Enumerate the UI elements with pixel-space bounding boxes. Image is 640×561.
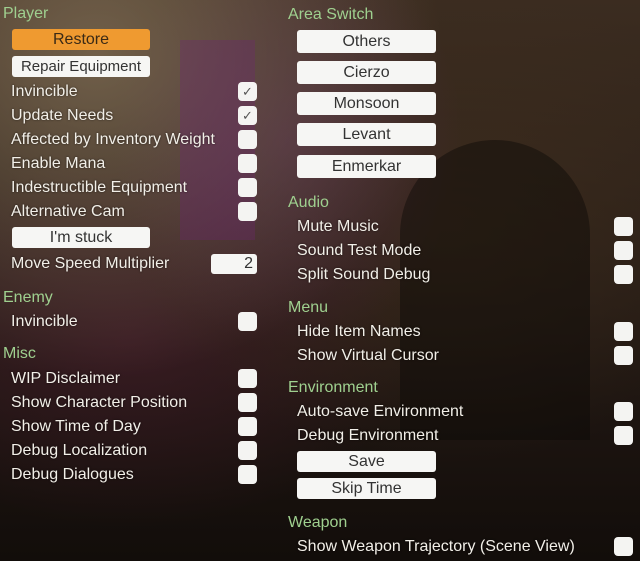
show-weapon-trajectory-checkbox[interactable] [614,537,633,556]
toggle-label: Show Time of Day [11,418,141,435]
debug-environment-checkbox[interactable] [614,426,633,445]
restore-button[interactable]: Restore [12,29,150,50]
toggle-label: Invincible [11,83,78,100]
split-sound-debug-checkbox[interactable] [614,265,633,284]
toggle-label: Split Sound Debug [297,266,431,283]
toggle-label: Invincible [11,313,78,330]
check-icon: ✓ [242,84,253,99]
show-virtual-cursor-checkbox[interactable] [614,346,633,365]
area-button-cierzo[interactable]: Cierzo [297,61,436,84]
toggle-label: Show Virtual Cursor [297,347,439,364]
toggle-label: Hide Item Names [297,323,421,340]
toggle-label: Mute Music [297,218,379,235]
toggle-label: Sound Test Mode [297,242,422,259]
sound-test-mode-checkbox[interactable] [614,241,633,260]
area-button-levant[interactable]: Levant [297,123,436,146]
toggle-label: Debug Localization [11,442,148,459]
section-header-weapon: Weapon [288,514,348,531]
section-header-misc: Misc [3,345,36,362]
toggle-label: WIP Disclaimer [11,370,121,387]
section-header-audio: Audio [288,194,329,211]
wip-disclaimer-checkbox[interactable] [238,369,257,388]
enemy-invincible-checkbox[interactable] [238,312,257,331]
toggle-label: Enable Mana [11,155,106,172]
check-icon: ✓ [242,108,253,123]
area-button-others[interactable]: Others [297,30,436,53]
toggle-label: Indestructible Equipment [11,179,188,196]
enable-mana-checkbox[interactable] [238,154,257,173]
skip-time-button[interactable]: Skip Time [297,478,436,499]
inventory-weight-checkbox[interactable] [238,130,257,149]
save-button[interactable]: Save [297,451,436,472]
update-needs-checkbox[interactable]: ✓ [238,106,257,125]
repair-equipment-button[interactable]: Repair Equipment [12,56,150,77]
show-time-of-day-checkbox[interactable] [238,417,257,436]
toggle-label: Show Weapon Trajectory (Scene View) [297,538,575,555]
debug-localization-checkbox[interactable] [238,441,257,460]
background-arch [400,140,590,440]
area-button-enmerkar[interactable]: Enmerkar [297,155,436,178]
area-button-monsoon[interactable]: Monsoon [297,92,436,115]
toggle-label: Update Needs [11,107,114,124]
toggle-label: Show Character Position [11,394,188,411]
toggle-label: Debug Dialogues [11,466,134,483]
im-stuck-button[interactable]: I'm stuck [12,227,150,248]
invincible-checkbox[interactable]: ✓ [238,82,257,101]
toggle-label: Auto-save Environment [297,403,464,420]
debug-dialogues-checkbox[interactable] [238,465,257,484]
auto-save-environment-checkbox[interactable] [614,402,633,421]
move-speed-input[interactable]: 2 [211,254,257,274]
section-header-area-switch: Area Switch [288,6,374,23]
toggle-label: Alternative Cam [11,203,125,220]
alternative-cam-checkbox[interactable] [238,202,257,221]
toggle-label: Debug Environment [297,427,439,444]
mute-music-checkbox[interactable] [614,217,633,236]
section-header-enemy: Enemy [3,289,53,306]
toggle-label: Affected by Inventory Weight [11,131,215,148]
move-speed-label: Move Speed Multiplier [11,255,170,272]
section-header-menu: Menu [288,299,329,316]
section-header-environment: Environment [288,379,378,396]
indestructible-equipment-checkbox[interactable] [238,178,257,197]
show-character-position-checkbox[interactable] [238,393,257,412]
hide-item-names-checkbox[interactable] [614,322,633,341]
section-header-player: Player [3,5,49,22]
